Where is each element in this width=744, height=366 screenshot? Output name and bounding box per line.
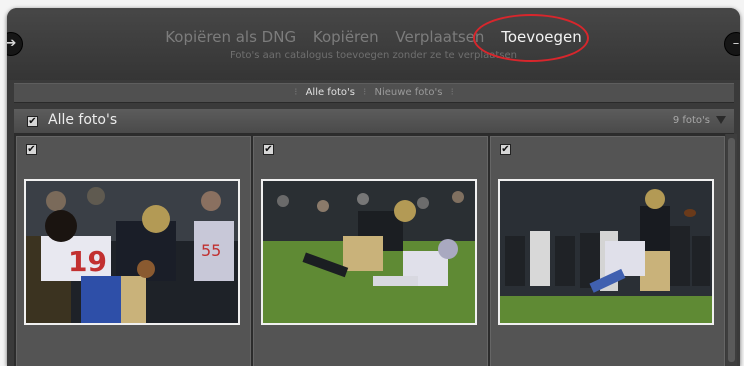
section-title: Alle foto's (48, 112, 118, 128)
filter-new-photos[interactable]: Nieuwe foto's (375, 87, 443, 98)
import-modes: Kopiëren als DNG Kopiëren Verplaatsen To… (7, 28, 740, 46)
scrollbar-thumb[interactable] (728, 138, 735, 362)
collapse-triangle-icon[interactable] (716, 116, 726, 124)
photo-cell[interactable]: ✔ (253, 136, 488, 366)
import-dialog: ➔ – Kopiëren als DNG Kopiëren Verplaatse… (7, 8, 740, 366)
mode-move[interactable]: Verplaatsen (395, 28, 484, 46)
photo-cell[interactable]: ✔ (490, 136, 725, 366)
photo-checkbox[interactable]: ✔ (263, 144, 274, 155)
photo-count: 9 foto's (672, 115, 710, 126)
photo-checkbox[interactable]: ✔ (26, 144, 37, 155)
svg-text:55: 55 (201, 241, 221, 260)
import-mode-bar: ➔ – Kopiëren als DNG Kopiëren Verplaatse… (7, 8, 740, 80)
photo-cell[interactable]: ✔ 55 19 (16, 136, 251, 366)
mode-copy-as-dng[interactable]: Kopiëren als DNG (165, 28, 296, 46)
photo-section-header: ✔ Alle foto's 9 foto's (14, 109, 734, 134)
svg-text:19: 19 (68, 245, 107, 278)
filter-bar: ⁝ Alle foto's ⁝ Nieuwe foto's ⁝ (14, 83, 734, 103)
mode-copy[interactable]: Kopiëren (313, 28, 379, 46)
photo-thumbnail[interactable]: 55 19 (24, 179, 240, 325)
filter-all-photos[interactable]: Alle foto's (306, 87, 355, 98)
photo-thumbnail[interactable] (498, 179, 714, 325)
scrollbar[interactable] (726, 134, 737, 366)
highlight-ellipse (473, 14, 589, 62)
photo-checkbox[interactable]: ✔ (500, 144, 511, 155)
mode-description: Foto's aan catalogus toevoegen zonder ze… (229, 50, 518, 61)
photo-thumbnail[interactable] (261, 179, 477, 325)
photo-grid: ✔ 55 19 ✔ ✔ (14, 134, 725, 366)
section-checkbox[interactable]: ✔ (27, 116, 38, 127)
